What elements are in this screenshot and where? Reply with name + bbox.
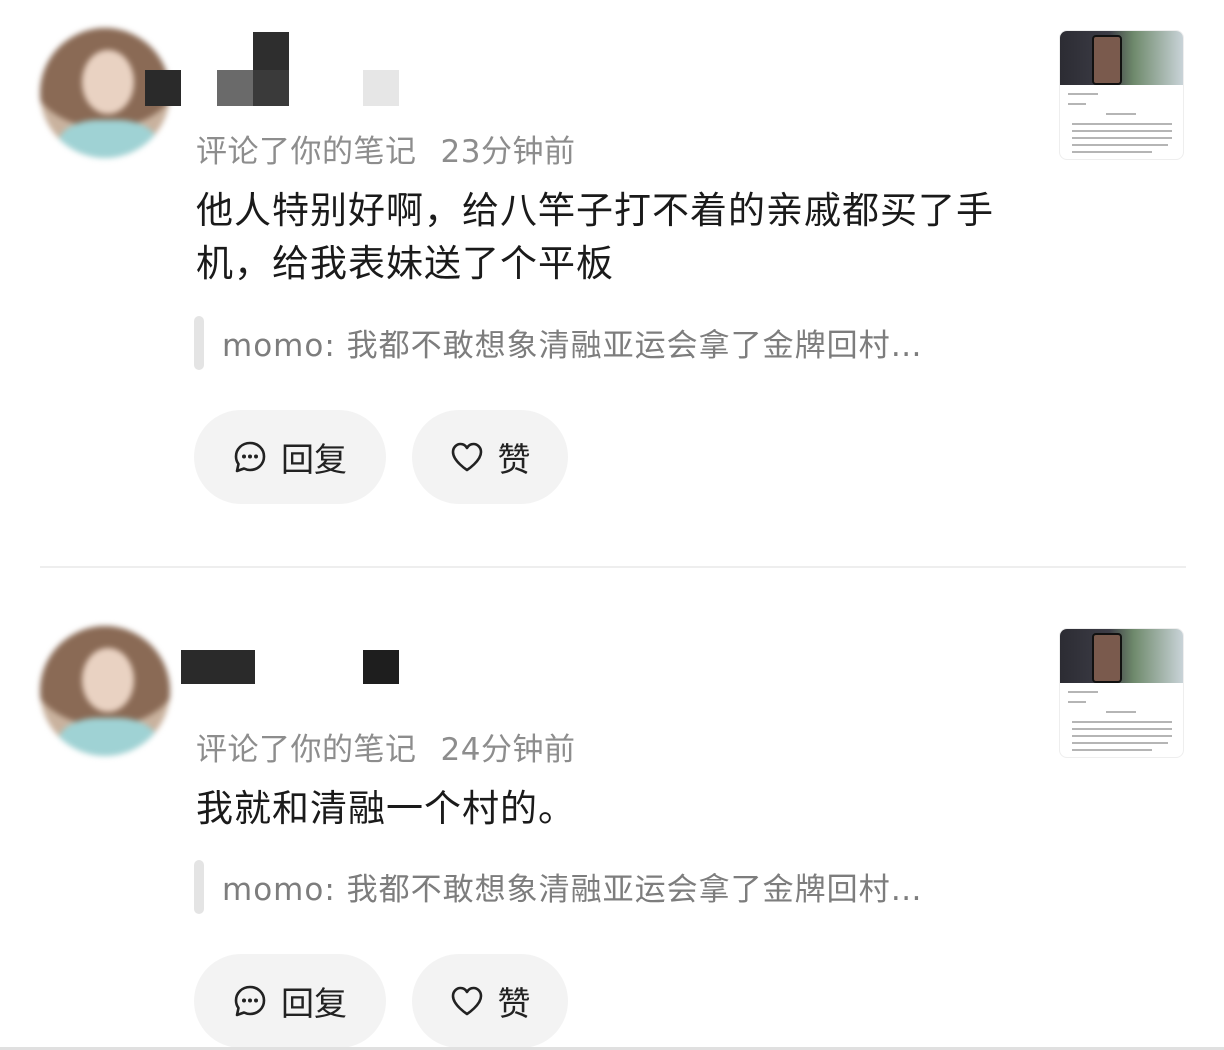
- heart-outline-icon: [451, 986, 482, 1016]
- notifications-page: 评论了你的笔记 23分钟前 他人特别好啊，给八竿子打不着的亲戚都买了手机，给我表妹…: [0, 0, 1224, 1050]
- chat-bubble-icon: [234, 441, 266, 473]
- quoted-comment[interactable]: momo: 我都不敢想象清融亚运会拿了金牌回村…: [194, 860, 1014, 914]
- timestamp: 23分钟前: [440, 134, 576, 170]
- comment-text: 他人特别好啊，给八竿子打不着的亲戚都买了手机，给我表妹送了个平板: [196, 189, 994, 285]
- reply-label: 回复: [281, 984, 347, 1023]
- quote-bar: [194, 316, 204, 370]
- comment-text: 我就和清融一个村的。: [196, 787, 576, 830]
- like-label: 赞: [497, 440, 531, 479]
- reply-label: 回复: [281, 440, 347, 479]
- comment-item: 评论了你的笔记 24分钟前 我就和清融一个村的。 momo: 我都不敢想象清融亚运…: [0, 568, 1224, 1050]
- reply-button[interactable]: 回复: [194, 410, 386, 504]
- note-thumbnail[interactable]: [1059, 30, 1184, 160]
- reply-button[interactable]: 回复: [194, 954, 386, 1048]
- like-label: 赞: [497, 984, 531, 1023]
- quoted-text: momo: 我都不敢想象清融亚运会拿了金牌回村…: [222, 872, 923, 908]
- comment-meta: 评论了你的笔记 24分钟前: [196, 724, 575, 769]
- action-text: 评论了你的笔记: [196, 732, 417, 768]
- quoted-text: momo: 我都不敢想象清融亚运会拿了金牌回村…: [222, 328, 923, 364]
- action-text: 评论了你的笔记: [196, 134, 417, 170]
- quoted-comment[interactable]: momo: 我都不敢想象清融亚运会拿了金牌回村…: [194, 316, 1014, 370]
- like-button[interactable]: 赞: [412, 954, 568, 1048]
- timestamp: 24分钟前: [440, 732, 576, 768]
- quote-bar: [194, 860, 204, 914]
- like-button[interactable]: 赞: [412, 410, 568, 504]
- comment-item: 评论了你的笔记 23分钟前 他人特别好啊，给八竿子打不着的亲戚都买了手机，给我表妹…: [0, 0, 1224, 566]
- heart-outline-icon: [451, 442, 482, 472]
- comment-meta: 评论了你的笔记 23分钟前: [196, 126, 575, 171]
- username-redacted[interactable]: [145, 30, 445, 110]
- username-redacted[interactable]: [145, 646, 445, 726]
- chat-bubble-icon: [234, 985, 266, 1017]
- note-thumbnail[interactable]: [1059, 628, 1184, 758]
